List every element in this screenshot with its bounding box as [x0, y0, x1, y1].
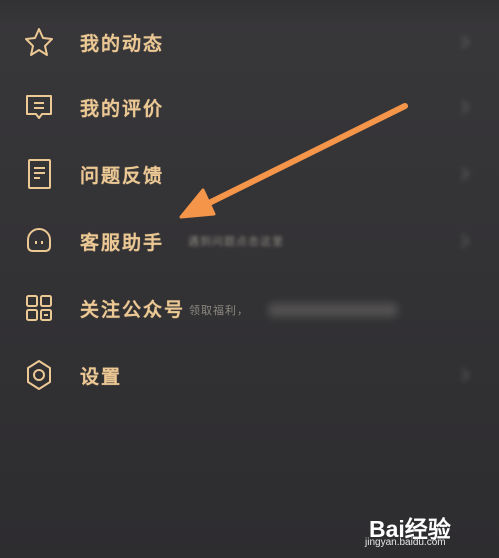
grid-apps-icon [22, 291, 56, 325]
menu-item-label: 我的动态 [80, 33, 165, 55]
menu-item-my-reviews[interactable]: 我的评价 [0, 77, 499, 137]
star-icon [22, 25, 56, 59]
menu-item-label: 问题反馈 [80, 165, 165, 187]
menu-item-label: 关注公众号 [80, 299, 186, 321]
menu-item-customer-service[interactable]: 客服助手 遇到问题点击这里 [0, 211, 499, 271]
chevron-right-icon [455, 32, 475, 52]
chevron-right-icon [455, 365, 475, 385]
chevron-right-icon [455, 97, 475, 117]
comment-icon [22, 90, 56, 124]
menu-item-settings[interactable]: 设置 [0, 345, 499, 405]
top-fade [0, 0, 499, 26]
menu-item-follow-official-account[interactable]: 关注公众号 领取福利， [0, 278, 499, 338]
menu-item-label: 设置 [80, 366, 123, 388]
chevron-right-icon [455, 164, 475, 184]
menu-item-label: 我的评价 [80, 98, 165, 120]
redacted-text [268, 303, 398, 317]
chevron-right-icon [455, 231, 475, 251]
headset-icon [22, 224, 56, 258]
menu-item-label: 客服助手 [80, 232, 165, 254]
menu-item-hint: 遇到问题点击这里 [188, 236, 284, 248]
feedback-document-icon [22, 157, 56, 191]
settings-gear-icon [22, 358, 56, 392]
menu-item-hint: 领取福利， [189, 305, 249, 317]
watermark-url: jingyan.baidu.com [365, 537, 446, 548]
menu-item-feedback[interactable]: 问题反馈 [0, 144, 499, 204]
baidu-jingyan-watermark: Bai经验 jingyan.baidu.com [361, 510, 491, 552]
